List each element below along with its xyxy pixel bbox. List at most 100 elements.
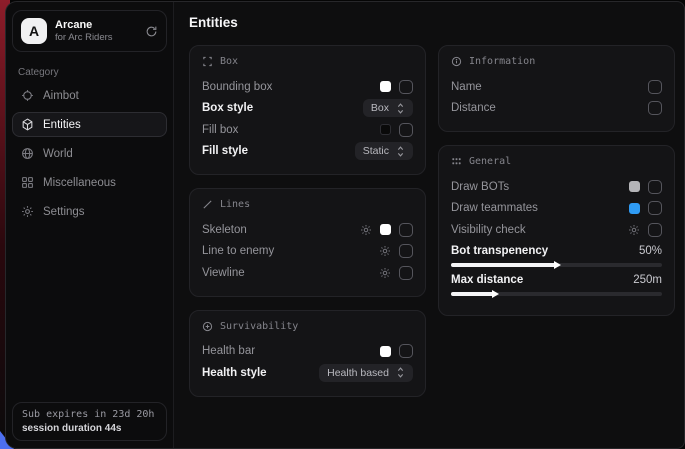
health-icon <box>202 321 213 332</box>
color-swatch[interactable] <box>380 124 391 135</box>
setting-row-draw-teammates: Draw teammates <box>451 198 662 220</box>
panel-title: Lines <box>220 199 250 210</box>
gear-icon[interactable] <box>628 224 640 236</box>
entities-icon <box>21 118 34 131</box>
grid-icon <box>21 176 34 189</box>
sidebar-item-label: Entities <box>43 119 81 131</box>
dropdown-value: Static <box>363 145 389 157</box>
panel-box: Box Bounding box Box style Box <box>189 45 426 175</box>
category-label: Category <box>18 67 161 78</box>
layout-icon <box>451 156 462 167</box>
dropdown-value: Health based <box>327 367 389 379</box>
brand-subtitle: for Arc Riders <box>55 32 137 43</box>
setting-row-line-to-enemy: Line to enemy <box>202 241 413 263</box>
slider-value: 50% <box>639 245 662 257</box>
main-content: Entities Box Bounding box <box>174 2 684 448</box>
setting-label: Max distance <box>451 274 523 286</box>
checkbox[interactable] <box>648 223 662 237</box>
color-swatch[interactable] <box>380 346 391 357</box>
brand-card: A Arcane for Arc Riders <box>12 10 167 52</box>
sidebar-nav: Aimbot Entities World <box>6 83 173 224</box>
checkbox[interactable] <box>399 223 413 237</box>
sidebar-item-world[interactable]: World <box>12 141 167 166</box>
panel-survivability: Survivability Health bar Health style He… <box>189 310 426 397</box>
left-column: Box Bounding box Box style Box <box>189 45 426 397</box>
setting-row-distance: Distance <box>451 98 662 120</box>
gear-icon[interactable] <box>379 267 391 279</box>
setting-label: Health style <box>202 367 267 379</box>
checkbox[interactable] <box>648 201 662 215</box>
setting-label: Line to enemy <box>202 245 274 257</box>
panel-title: Survivability <box>220 321 298 332</box>
setting-label: Visibility check <box>451 224 526 236</box>
setting-label: Skeleton <box>202 224 247 236</box>
checkbox[interactable] <box>399 344 413 358</box>
color-swatch[interactable] <box>629 203 640 214</box>
setting-row-health-style: Health style Health based <box>202 362 413 384</box>
setting-row-visibility-check: Visibility check <box>451 219 662 241</box>
sidebar: A Arcane for Arc Riders Category Aimbot <box>6 2 174 448</box>
sidebar-item-aimbot[interactable]: Aimbot <box>12 83 167 108</box>
slider-thumb[interactable] <box>554 261 561 269</box>
setting-label: Health bar <box>202 345 255 357</box>
checkbox[interactable] <box>399 266 413 280</box>
setting-row-draw-bots: Draw BOTs <box>451 176 662 198</box>
sidebar-item-label: Settings <box>43 206 85 218</box>
setting-row-name: Name <box>451 76 662 98</box>
setting-row-box-style: Box style Box <box>202 98 413 120</box>
chevron-updown-icon <box>396 146 405 157</box>
globe-icon <box>21 147 34 160</box>
panel-title: Information <box>469 56 535 67</box>
setting-row-bounding-box: Bounding box <box>202 76 413 98</box>
slider-thumb[interactable] <box>492 290 499 298</box>
health-style-dropdown[interactable]: Health based <box>319 364 413 382</box>
slider-value: 250m <box>633 274 662 286</box>
checkbox[interactable] <box>648 101 662 115</box>
setting-label: Draw teammates <box>451 202 538 214</box>
bot-transparency-group: Bot transpenency 50% <box>451 245 662 267</box>
color-swatch[interactable] <box>380 81 391 92</box>
info-icon <box>451 56 462 67</box>
box-style-dropdown[interactable]: Box <box>363 99 413 117</box>
checkbox[interactable] <box>399 244 413 258</box>
max-distance-slider[interactable] <box>451 292 662 296</box>
sidebar-item-settings[interactable]: Settings <box>12 199 167 224</box>
line-icon <box>202 199 213 210</box>
sidebar-item-entities[interactable]: Entities <box>12 112 167 137</box>
panel-title: Box <box>220 56 238 67</box>
bot-transparency-slider[interactable] <box>451 263 662 267</box>
crosshair-icon <box>21 89 34 102</box>
fill-style-dropdown[interactable]: Static <box>355 142 413 160</box>
color-swatch[interactable] <box>380 224 391 235</box>
panel-title: General <box>469 156 511 167</box>
sidebar-item-miscellaneous[interactable]: Miscellaneous <box>12 170 167 195</box>
setting-label: Box style <box>202 102 253 114</box>
box-brackets-icon <box>202 56 213 67</box>
brand-title: Arcane <box>55 19 137 31</box>
checkbox[interactable] <box>648 180 662 194</box>
checkbox[interactable] <box>648 80 662 94</box>
setting-label: Distance <box>451 102 496 114</box>
panel-lines: Lines Skeleton <box>189 188 426 297</box>
page-title: Entities <box>189 15 669 30</box>
brand-logo: A <box>21 18 47 44</box>
gear-icon <box>21 205 34 218</box>
setting-label: Viewline <box>202 267 245 279</box>
setting-row-fill-style: Fill style Static <box>202 141 413 163</box>
sub-expiry-text: Sub expires in 23d 20h <box>22 409 157 420</box>
color-swatch[interactable] <box>629 181 640 192</box>
checkbox[interactable] <box>399 80 413 94</box>
app-window: A Arcane for Arc Riders Category Aimbot <box>5 1 685 449</box>
gear-icon[interactable] <box>360 224 372 236</box>
dropdown-value: Box <box>371 102 389 114</box>
brand-text: Arcane for Arc Riders <box>55 19 137 43</box>
sync-icon[interactable] <box>145 25 158 38</box>
setting-label: Fill box <box>202 124 238 136</box>
chevron-updown-icon <box>396 367 405 378</box>
chevron-updown-icon <box>396 103 405 114</box>
session-duration-text: session duration 44s <box>22 423 157 434</box>
gear-icon[interactable] <box>379 245 391 257</box>
setting-row-skeleton: Skeleton <box>202 219 413 241</box>
setting-row-viewline: Viewline <box>202 262 413 284</box>
checkbox[interactable] <box>399 123 413 137</box>
